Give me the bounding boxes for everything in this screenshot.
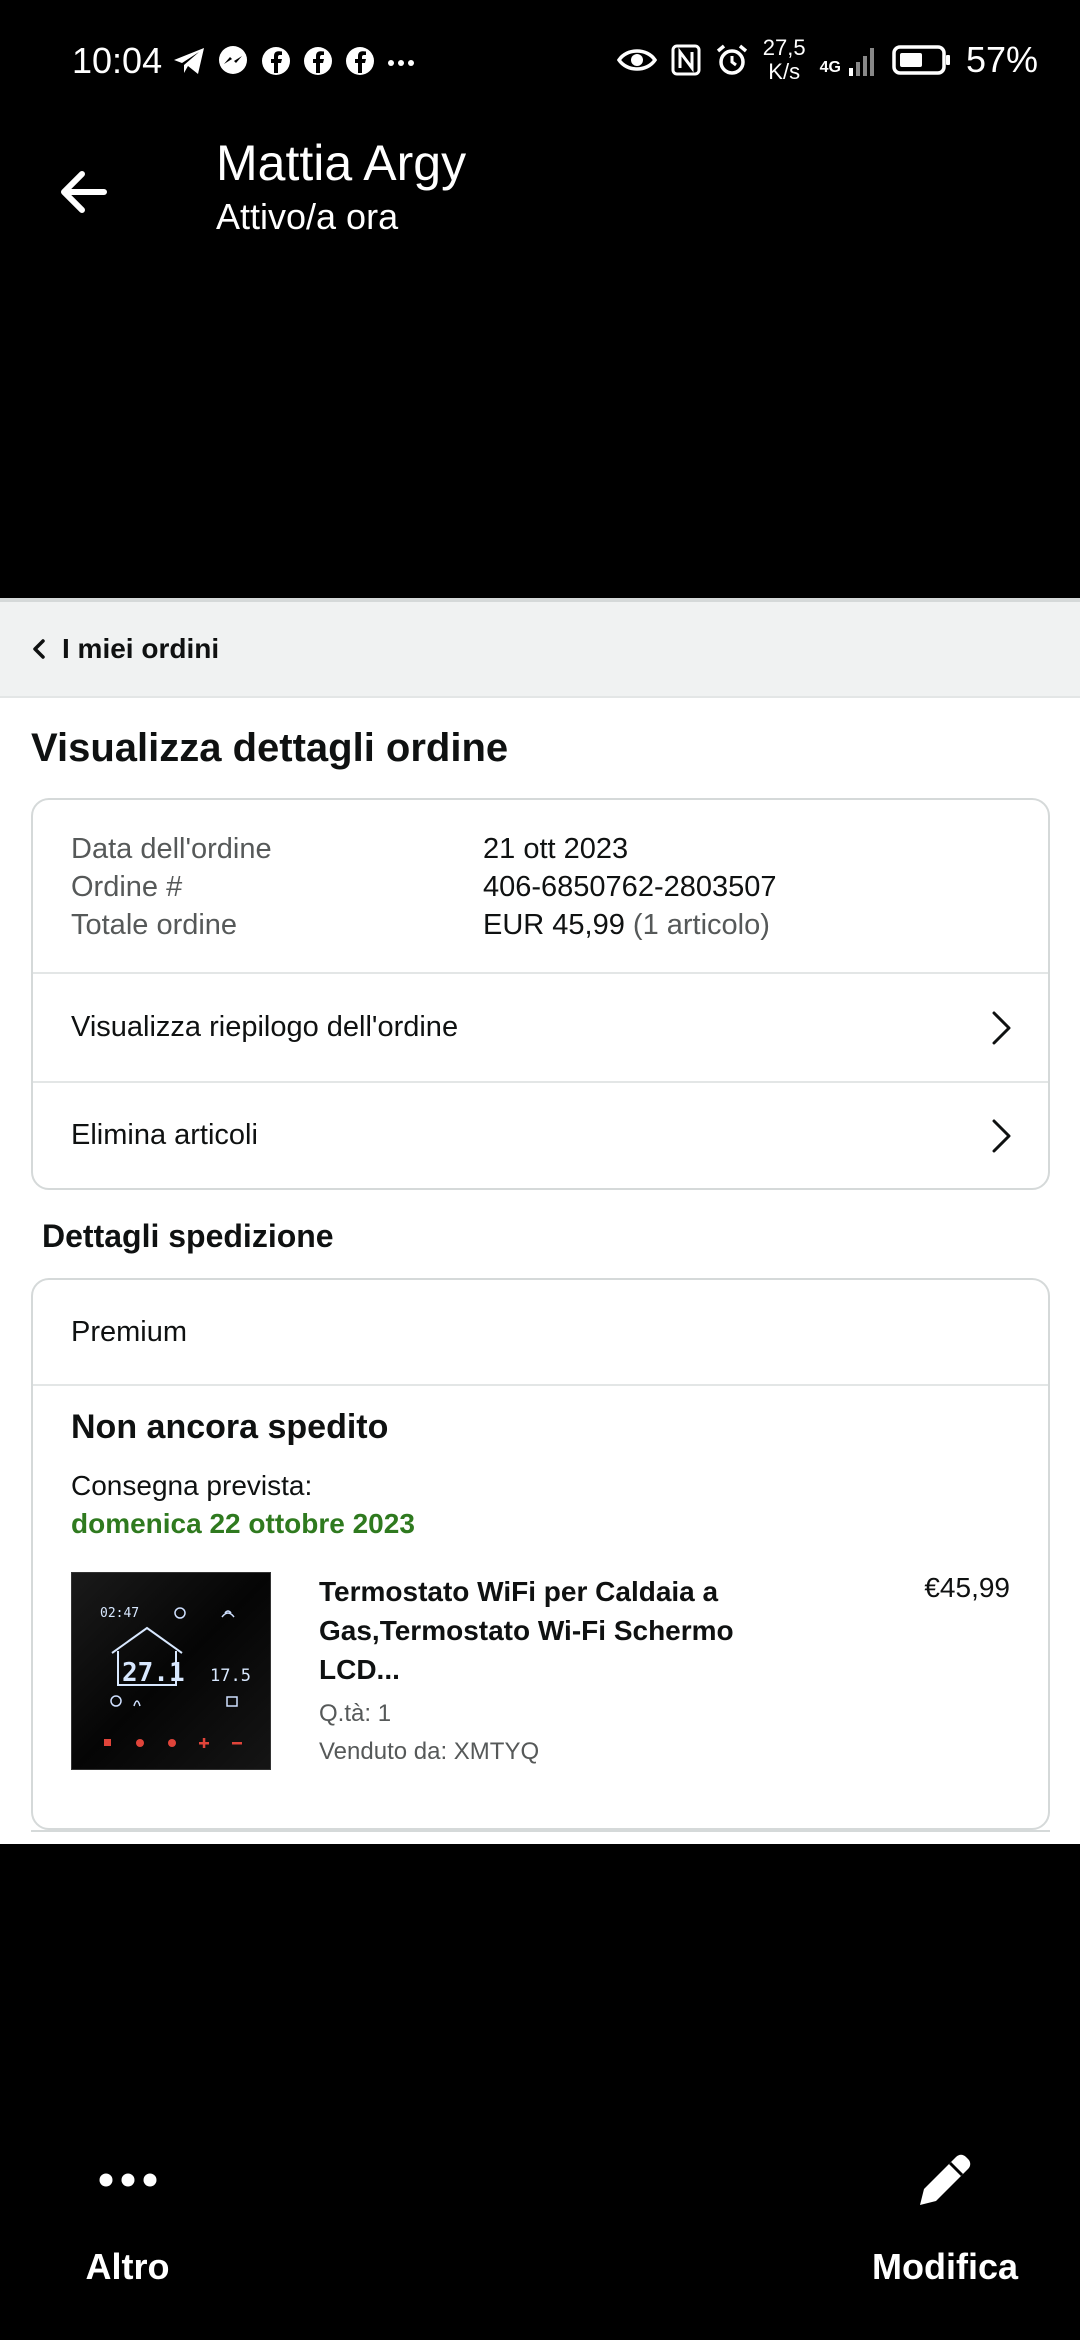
pencil-icon (920, 2154, 971, 2205)
order-total-row: Totale ordine EUR 45,99 (1 articolo) (71, 906, 1010, 944)
shipping-status: Non ancora spedito (71, 1408, 389, 1446)
order-total-label: Totale ordine (71, 909, 238, 941)
nfc-icon (671, 44, 701, 76)
product-title[interactable]: Termostato WiFi per Caldaia a Gas,Termos… (319, 1572, 759, 1689)
chevron-right-icon (992, 1011, 1011, 1044)
shipping-card: Premium Non ancora spedito Consegna prev… (31, 1278, 1050, 1830)
order-info: Data dell'ordine 21 ott 2023 Ordine # 40… (33, 800, 1048, 974)
chat-header: Mattia Argy Attivo/a ora (0, 120, 1080, 260)
shipping-section-title: Dettagli spedizione (42, 1218, 334, 1254)
messenger-icon (219, 46, 247, 74)
delivery-eta-date: domenica 22 ottobre 2023 (71, 1508, 415, 1539)
chevron-right-icon (992, 1119, 1011, 1152)
order-date-row: Data dell'ordine 21 ott 2023 (71, 830, 1010, 868)
alarm-icon (716, 44, 747, 75)
network-speed-value: 27,5 (762, 35, 806, 60)
divider (31, 1830, 1050, 1832)
order-number-value: 406-6850762-2803507 (483, 871, 777, 903)
thermostat-setpoint: 17.5 (210, 1666, 251, 1686)
notification-icons (172, 44, 416, 78)
facebook-icon (262, 47, 290, 75)
thermostat-image: 02:47 27.1 17.5 (72, 1573, 270, 1769)
shipping-service: Premium (33, 1280, 1048, 1386)
contact-status: Attivo/a ora (216, 196, 399, 237)
status-bar: 10:04 27,5 K/s 4G 57% (0, 0, 1080, 120)
eye-icon (616, 49, 657, 71)
delete-items-label: Elimina articoli (71, 1119, 258, 1151)
facebook-icon (304, 47, 332, 75)
edit-button[interactable]: Modifica (860, 2140, 1030, 2288)
chevron-left-icon (33, 639, 45, 659)
thermostat-temperature: 27.1 (122, 1658, 185, 1688)
more-notifications-icon (388, 60, 414, 66)
order-summary-card: Data dell'ordine 21 ott 2023 Ordine # 40… (31, 798, 1050, 1190)
edit-label: Modifica (871, 2246, 1018, 2287)
order-number-row: Ordine # 406-6850762-2803507 (71, 868, 1010, 906)
page-title: Visualizza dettagli ordine (31, 726, 509, 770)
network-speed-unit: K/s (768, 59, 801, 84)
product-quantity: Q.tà: 1 (319, 1700, 392, 1727)
order-number-label: Ordine # (71, 871, 183, 903)
order-date-label: Data dell'ordine (71, 833, 272, 865)
status-right: 27,5 K/s 4G 57% (616, 36, 1038, 84)
battery-percent: 57% (965, 39, 1038, 80)
delete-items-link[interactable]: Elimina articoli (33, 1081, 1048, 1188)
more-dots-icon (99, 2173, 156, 2187)
product-image[interactable]: 02:47 27.1 17.5 (71, 1572, 271, 1770)
view-order-summary-label: Visualizza riepilogo dell'ordine (71, 1011, 459, 1043)
network-type: 4G (819, 59, 841, 76)
order-total-items: (1 articolo) (632, 909, 770, 941)
breadcrumb-label: I miei ordini (62, 633, 220, 664)
telegram-icon (174, 48, 204, 74)
order-total-value: EUR 45,99 (1 articolo) (483, 906, 770, 944)
delivery-eta-label: Consegna prevista: (71, 1470, 313, 1501)
battery-icon (892, 45, 950, 75)
breadcrumb[interactable]: I miei ordini (0, 602, 1080, 698)
order-total-amount: EUR 45,99 (483, 909, 625, 941)
back-arrow-icon[interactable] (52, 160, 116, 224)
network-speed: 27,5 K/s (763, 36, 806, 84)
signal-indicator: 4G (820, 44, 878, 76)
contact-name: Mattia Argy (216, 135, 467, 191)
shared-screenshot[interactable]: I miei ordini Visualizza dettagli ordine… (0, 598, 1080, 1844)
signal-bars-icon (848, 48, 874, 76)
product-seller: Venduto da: XMTYQ (319, 1738, 540, 1765)
status-time: 10:04 (72, 40, 163, 81)
more-label: Altro (85, 2246, 170, 2287)
order-date-value: 21 ott 2023 (483, 833, 629, 865)
facebook-icon (346, 47, 374, 75)
thermostat-time: 02:47 (100, 1606, 139, 1621)
more-button[interactable]: Altro (60, 2140, 195, 2288)
product-price: €45,99 (924, 1572, 1010, 1603)
view-order-summary-link[interactable]: Visualizza riepilogo dell'ordine (33, 974, 1048, 1081)
